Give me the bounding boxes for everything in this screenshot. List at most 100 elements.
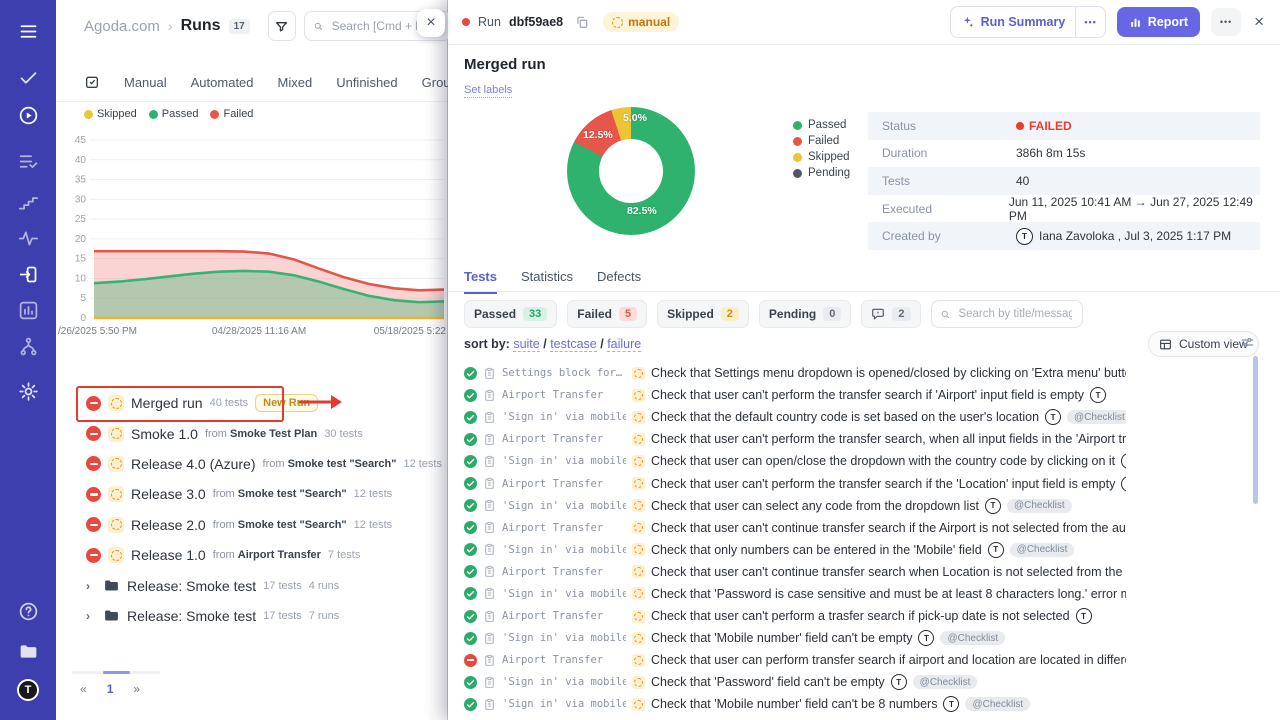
test-row[interactable]: Settings block for…Check that Settings m…: [464, 362, 1126, 384]
testcase-icon: [483, 698, 496, 711]
pagination-next[interactable]: »: [133, 682, 140, 696]
close-panel-button[interactable]: ×: [417, 9, 445, 37]
check-icon[interactable]: [17, 66, 39, 88]
filter-chip-failed[interactable]: Failed5: [567, 300, 647, 328]
chip-count: 33: [523, 307, 547, 321]
filter-chip-passed[interactable]: Passed33: [464, 300, 557, 328]
legend-item-skipped: Skipped: [84, 108, 137, 120]
branch-icon[interactable]: [17, 335, 39, 357]
chart-legend: SkippedPassedFailed: [84, 108, 253, 120]
tab-manual[interactable]: Manual: [124, 75, 167, 90]
run-summary-button[interactable]: Run Summary •••: [950, 6, 1106, 38]
test-passed-icon: [464, 632, 477, 645]
test-passed-icon: [464, 411, 477, 424]
activity-icon[interactable]: [17, 227, 39, 249]
tab-mixed[interactable]: Mixed: [278, 75, 313, 90]
filter-button[interactable]: [268, 11, 296, 41]
test-row[interactable]: Airport TransferCheck that user can't pe…: [464, 428, 1126, 450]
tab-automated[interactable]: Automated: [191, 75, 254, 90]
more-options-button[interactable]: •••: [1211, 8, 1241, 36]
copy-icon[interactable]: [575, 15, 589, 29]
report-button[interactable]: Report: [1117, 7, 1200, 37]
sort-link-testcase[interactable]: testcase: [550, 337, 597, 352]
test-row[interactable]: 'Sign in' via mobileCheck that the defau…: [464, 406, 1126, 428]
test-row[interactable]: Airport TransferCheck that user can't pe…: [464, 384, 1126, 406]
run-folder-item[interactable]: ›Release: Smoke test17 tests7 runs: [56, 601, 447, 631]
legend-dot: [84, 110, 93, 119]
test-row[interactable]: Airport TransferCheck that user can't co…: [464, 517, 1126, 539]
settings-gear-icon[interactable]: [17, 380, 39, 402]
run-list-item[interactable]: Release 3.0from Smoke test "Search"12 te…: [56, 479, 447, 509]
sort-link-suite[interactable]: suite: [513, 337, 539, 352]
view-settings-icon[interactable]: [1240, 335, 1255, 350]
test-row[interactable]: 'Sign in' via mobileCheck that 'Password…: [464, 671, 1126, 693]
testcase-icon: [483, 543, 496, 556]
info-label: Duration: [868, 146, 1016, 160]
test-row[interactable]: 'Sign in' via mobileCheck that only numb…: [464, 539, 1126, 561]
reports-icon[interactable]: [17, 299, 39, 321]
test-title: Check that user can't perform the transf…: [651, 388, 1084, 402]
checklist-tag: @Checklist: [913, 675, 978, 689]
breadcrumb-project[interactable]: Agoda.com: [84, 18, 160, 35]
svg-text:30: 30: [75, 194, 87, 205]
test-row[interactable]: Airport TransferCheck that user can't co…: [464, 561, 1126, 583]
select-runs-icon[interactable]: [84, 74, 100, 90]
assignee-avatar: T: [1045, 409, 1061, 425]
sort-link-failure[interactable]: failure: [607, 337, 641, 352]
app-window: T Agoda.com › Runs 17 × ManualAutomatedM…: [0, 0, 1280, 720]
close-drawer-button[interactable]: ×: [1252, 12, 1266, 32]
manual-test-icon: [632, 499, 645, 512]
comments-filter-chip[interactable]: 2: [861, 300, 920, 328]
projects-folder-icon[interactable]: [17, 640, 39, 662]
donut-legend-item-skipped: Skipped: [793, 151, 850, 163]
run-list-item[interactable]: Release 2.0from Smoke test "Search"12 te…: [56, 510, 447, 540]
sort-row: sort by: suite / testcase / failure: [464, 337, 641, 351]
test-row[interactable]: 'Sign in' via mobileCheck that 'Mobile n…: [464, 693, 1126, 715]
list-scrollbar[interactable]: [72, 671, 160, 674]
manual-test-icon: [632, 676, 645, 689]
run-list-item[interactable]: Merged run40 testsNew Run: [56, 388, 447, 418]
milestones-icon[interactable]: [17, 191, 39, 213]
drawer-scrollbar[interactable]: [1253, 356, 1258, 504]
test-title: Check that 'Mobile number' field can't b…: [651, 631, 912, 645]
test-row[interactable]: 'Sign in' via mobileCheck that 'Mobile n…: [464, 627, 1126, 649]
test-cases-icon[interactable]: [17, 150, 39, 172]
run-summary-more-button[interactable]: •••: [1075, 7, 1104, 37]
test-title: Check that user can select any code from…: [651, 499, 979, 513]
runs-count-badge: 17: [229, 19, 250, 34]
pagination-page[interactable]: 1: [107, 682, 114, 696]
run-list-item[interactable]: Smoke 1.0from Smoke Test Plan30 tests: [56, 418, 447, 448]
test-runs-icon[interactable]: [17, 263, 39, 285]
test-row[interactable]: 'Sign in' via mobileCheck that user can …: [464, 495, 1126, 517]
test-row[interactable]: Airport TransferCheck that user can't pe…: [464, 605, 1126, 627]
test-row[interactable]: 'Sign in' via mobileCheck that user can …: [464, 450, 1126, 472]
menu-icon[interactable]: [17, 20, 39, 42]
comment-bubble-icon: [871, 307, 885, 321]
run-folder-item[interactable]: ›Release: Smoke test17 tests4 runs: [56, 570, 447, 600]
search-icon: [940, 308, 951, 321]
help-icon[interactable]: [17, 600, 39, 622]
run-source: from Smoke test "Search": [263, 458, 397, 470]
chevron-right-icon[interactable]: ›: [86, 579, 96, 593]
pagination-prev[interactable]: «: [80, 682, 87, 696]
run-list-item[interactable]: Release 4.0 (Azure)from Smoke test "Sear…: [56, 449, 447, 479]
breadcrumb-separator: ›: [168, 18, 173, 34]
test-row[interactable]: Airport TransferCheck that user can perf…: [464, 649, 1126, 671]
legend-dot: [149, 110, 158, 119]
filter-chip-pending[interactable]: Pending0: [759, 300, 851, 328]
tests-search-input[interactable]: [956, 307, 1073, 321]
chevron-right-icon[interactable]: ›: [86, 609, 96, 623]
test-row[interactable]: 'Sign in' via mobileCheck that 'Password…: [464, 583, 1126, 605]
test-row[interactable]: Airport TransferCheck that user can't pe…: [464, 472, 1126, 494]
play-circle-icon[interactable]: [17, 104, 39, 126]
testcase-icon: [483, 367, 496, 380]
filter-chip-skipped[interactable]: Skipped2: [657, 300, 749, 328]
assignee-avatar: T: [1076, 608, 1092, 624]
set-labels-link[interactable]: Set labels: [464, 84, 512, 98]
tests-search[interactable]: [931, 300, 1083, 328]
tab-unfinished[interactable]: Unfinished: [336, 75, 397, 90]
manual-test-icon: [632, 610, 645, 623]
run-list-item[interactable]: Release 1.0from Airport Transfer7 tests: [56, 540, 447, 570]
user-avatar[interactable]: T: [17, 679, 39, 701]
topbar-actions: Run Summary ••• Report ••• ×: [950, 6, 1266, 38]
